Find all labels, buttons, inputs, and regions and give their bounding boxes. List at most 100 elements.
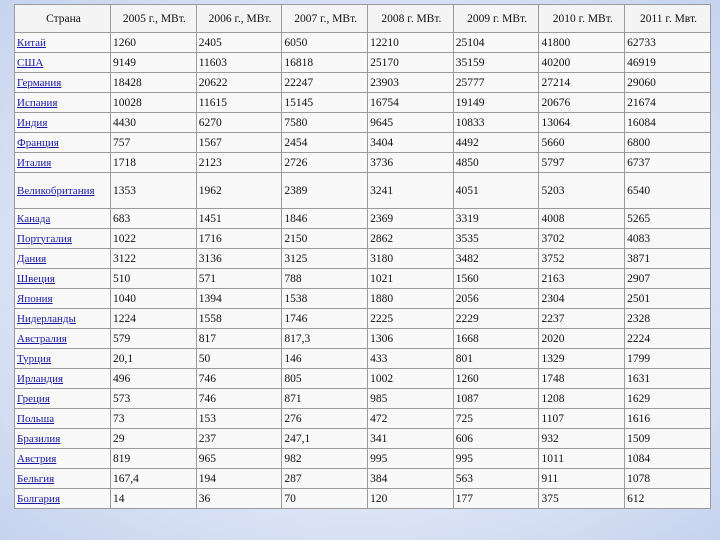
column-header-country: Страна [14, 4, 111, 33]
capacity-cell: 12210 [367, 32, 454, 53]
capacity-cell: 3871 [624, 248, 711, 269]
capacity-cell: 995 [452, 448, 540, 469]
capacity-cell: 2150 [281, 228, 369, 249]
capacity-cell: 2405 [195, 32, 283, 53]
capacity-cell: 375 [538, 488, 626, 509]
capacity-cell: 2389 [281, 172, 369, 209]
country-link[interactable]: Австрия [17, 453, 56, 465]
country-link[interactable]: Германия [17, 77, 61, 89]
country-link[interactable]: Португалия [17, 233, 72, 245]
country-cell: Великобритания [14, 172, 111, 209]
country-link[interactable]: Ирландия [17, 373, 63, 385]
capacity-cell: 11603 [195, 52, 283, 73]
capacity-cell: 1631 [624, 368, 711, 389]
capacity-cell: 25104 [452, 32, 540, 53]
capacity-cell: 2163 [538, 268, 626, 289]
capacity-cell: 819 [110, 448, 197, 469]
country-link[interactable]: Турция [17, 353, 51, 365]
capacity-cell: 50 [195, 348, 283, 369]
country-link[interactable]: Греция [17, 393, 50, 405]
capacity-cell: 46919 [624, 52, 711, 73]
country-link[interactable]: Канада [17, 213, 50, 225]
table-row: Великобритания 1353 1962 2389 3241 4051 5203 65… [14, 172, 711, 209]
table-row: США 9149 11603 16818 25170 35159 40200 46919 [14, 52, 711, 73]
capacity-cell: 3752 [538, 248, 626, 269]
capacity-cell: 2225 [367, 308, 454, 329]
table-row: Канада 683 1451 1846 2369 3319 4008 5265 [14, 208, 711, 229]
country-link[interactable]: Испания [17, 97, 57, 109]
country-link[interactable]: Китай [17, 37, 46, 49]
capacity-cell: 35159 [452, 52, 540, 73]
capacity-cell: 1022 [110, 228, 197, 249]
country-link[interactable]: Франция [17, 137, 59, 149]
country-cell: Китай [14, 32, 111, 53]
capacity-cell: 6540 [624, 172, 711, 209]
capacity-cell: 247,1 [281, 428, 369, 449]
country-link[interactable]: Болгария [17, 493, 60, 505]
table-row: Индия 4430 6270 7580 9645 10833 13064 16084 [14, 112, 711, 133]
capacity-cell: 510 [110, 268, 197, 289]
country-link[interactable]: Япония [17, 293, 53, 305]
capacity-cell: 2907 [624, 268, 711, 289]
table-row: Австрия 819 965 982 995 995 1011 1084 [14, 448, 711, 469]
capacity-cell: 5797 [538, 152, 626, 173]
capacity-cell: 6270 [195, 112, 283, 133]
capacity-cell: 1087 [452, 388, 540, 409]
country-cell: Болгария [14, 488, 111, 509]
capacity-cell: 1616 [624, 408, 711, 429]
table-row: Япония 1040 1394 1538 1880 2056 2304 2501 [14, 288, 711, 309]
country-cell: Дания [14, 248, 111, 269]
capacity-cell: 801 [452, 348, 540, 369]
capacity-cell: 2726 [281, 152, 369, 173]
table-row: Италия 1718 2123 2726 3736 4850 5797 6737 [14, 152, 711, 173]
capacity-cell: 16818 [281, 52, 369, 73]
capacity-cell: 177 [452, 488, 540, 509]
capacity-cell: 579 [110, 328, 197, 349]
country-link[interactable]: Бразилия [17, 433, 60, 445]
capacity-cell: 11615 [195, 92, 283, 113]
capacity-cell: 563 [452, 468, 540, 489]
capacity-cell: 571 [195, 268, 283, 289]
capacity-cell: 167,4 [110, 468, 197, 489]
capacity-cell: 16084 [624, 112, 711, 133]
capacity-cell: 5660 [538, 132, 626, 153]
country-link[interactable]: Бельгия [17, 473, 54, 485]
country-link[interactable]: Швеция [17, 273, 55, 285]
capacity-cell: 1880 [367, 288, 454, 309]
country-link[interactable]: Австралия [17, 333, 67, 345]
capacity-cell: 15145 [281, 92, 369, 113]
country-link[interactable]: Италия [17, 157, 51, 169]
country-cell: Турция [14, 348, 111, 369]
capacity-cell: 683 [110, 208, 197, 229]
country-link[interactable]: Польша [17, 413, 54, 425]
capacity-cell: 3125 [281, 248, 369, 269]
capacity-cell: 287 [281, 468, 369, 489]
country-link[interactable]: Великобритания [17, 185, 95, 197]
capacity-cell: 1394 [195, 288, 283, 309]
capacity-cell: 20676 [538, 92, 626, 113]
capacity-cell: 1353 [110, 172, 197, 209]
table-row: Бразилия 29 237 247,1 341 606 932 1509 [14, 428, 711, 449]
table-row: Греция 573 746 871 985 1087 1208 1629 [14, 388, 711, 409]
country-link[interactable]: Дания [17, 253, 46, 265]
country-link[interactable]: США [17, 57, 43, 69]
capacity-cell: 41800 [538, 32, 626, 53]
country-link[interactable]: Индия [17, 117, 47, 129]
capacity-cell: 3180 [367, 248, 454, 269]
capacity-cell: 3122 [110, 248, 197, 269]
country-link[interactable]: Нидерланды [17, 313, 76, 325]
column-header-year: 2008 г. МВт. [367, 4, 454, 33]
country-cell: Греция [14, 388, 111, 409]
header-row: Страна 2005 г., МВт. 2006 г., МВт. 2007 г.,… [14, 4, 711, 33]
capacity-cell: 1509 [624, 428, 711, 449]
capacity-cell: 1208 [538, 388, 626, 409]
capacity-cell: 153 [195, 408, 283, 429]
capacity-cell: 2020 [538, 328, 626, 349]
capacity-cell: 21674 [624, 92, 711, 113]
capacity-cell: 6050 [281, 32, 369, 53]
capacity-cell: 276 [281, 408, 369, 429]
capacity-cell: 1629 [624, 388, 711, 409]
country-cell: Канада [14, 208, 111, 229]
capacity-cell: 4051 [452, 172, 540, 209]
capacity-cell: 2304 [538, 288, 626, 309]
